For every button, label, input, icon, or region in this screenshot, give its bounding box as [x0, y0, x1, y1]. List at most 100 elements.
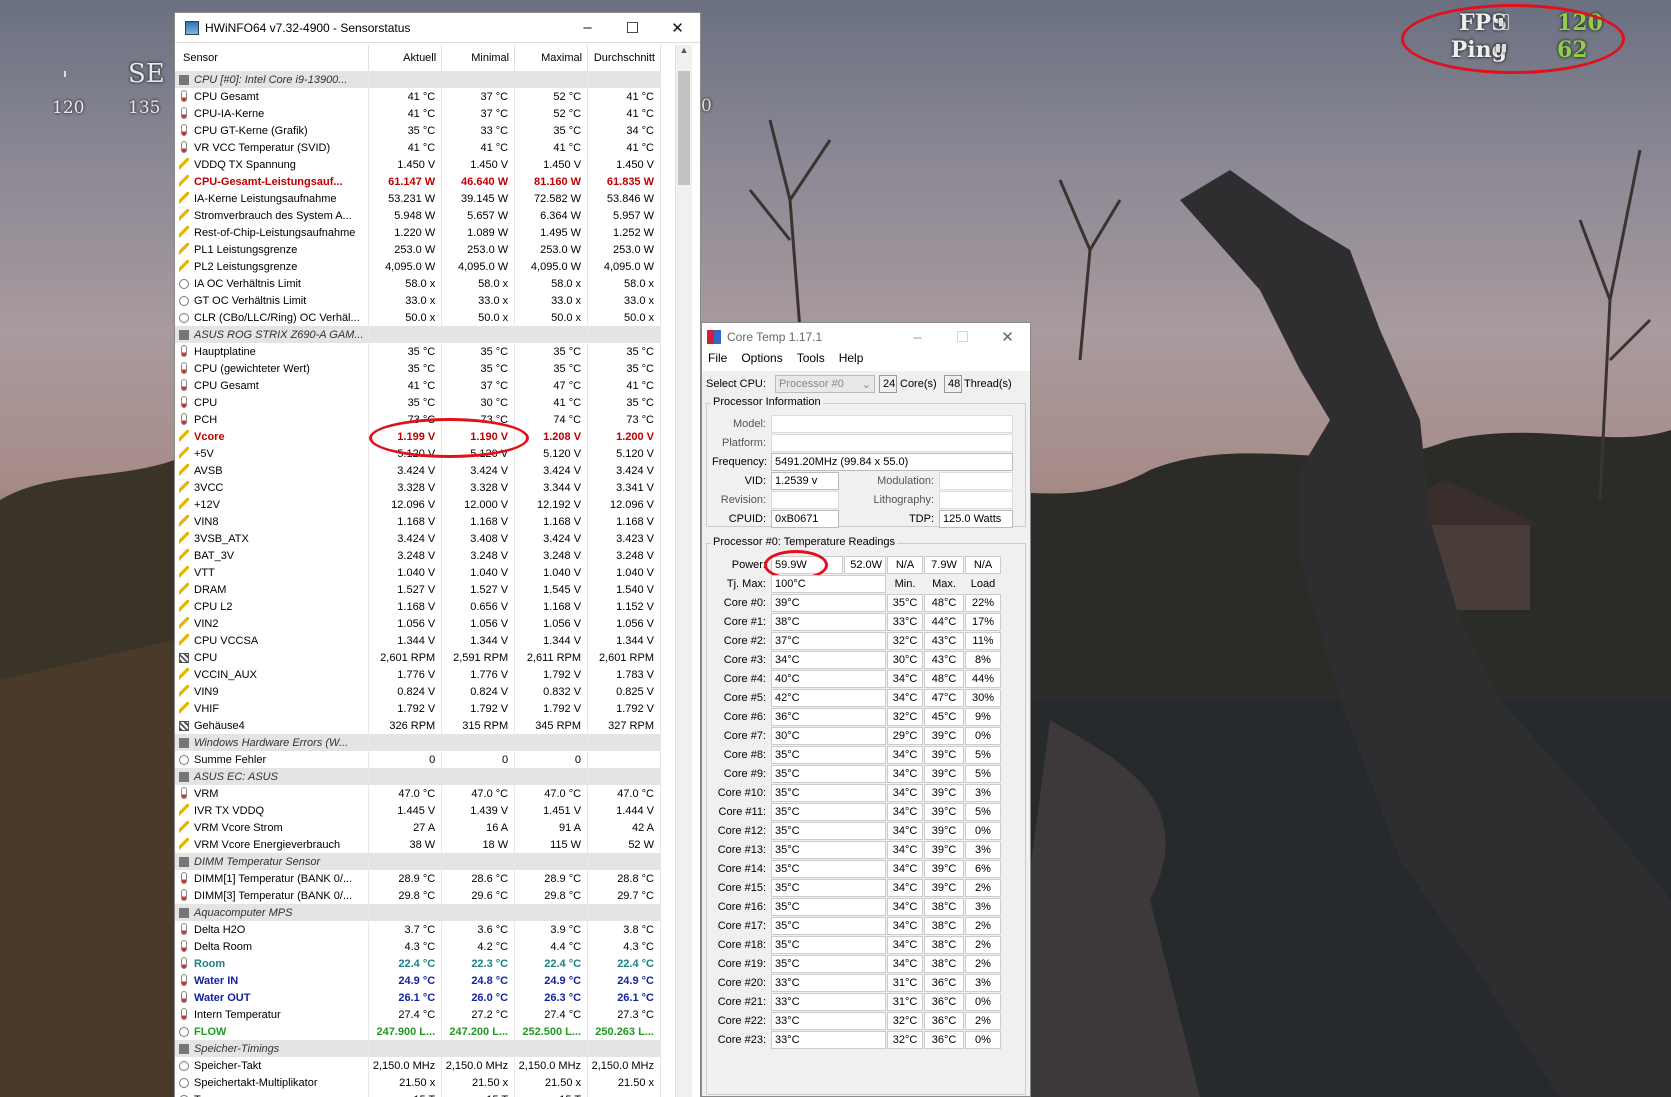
sensor-row[interactable]: CPU GT-Kerne (Grafik) 35 °C 33 °C 35 °C 34 °… [175, 122, 661, 139]
sensor-row[interactable]: IVR TX VDDQ 1.445 V 1.439 V 1.451 V 1.444 V [175, 802, 661, 819]
sensor-row[interactable]: IA OC Verhältnis Limit 58.0 x 58.0 x 58.0 x… [175, 275, 661, 292]
sensor-row[interactable]: Water IN 24.9 °C 24.8 °C 24.9 °C 24.9 °C [175, 972, 661, 989]
maximize-button[interactable]: ☐ [610, 19, 655, 37]
sensor-row[interactable]: VTT 1.040 V 1.040 V 1.040 V 1.040 V [175, 564, 661, 581]
sensor-row[interactable]: VIN2 1.056 V 1.056 V 1.056 V 1.056 V [175, 615, 661, 632]
menu-tools[interactable]: Tools [797, 351, 825, 371]
sensor-row[interactable]: +12V 12.096 V 12.000 V 12.192 V 12.096 V [175, 496, 661, 513]
sensor-row[interactable]: Tras15 T15 T15 T [175, 1091, 661, 1097]
core-label: Core #17: [717, 920, 766, 932]
close-button[interactable]: ✕ [985, 328, 1030, 346]
coretemp-window[interactable]: Core Temp 1.17.1 – ☐ ✕ File Options Tool… [701, 322, 1031, 1097]
sensor-row[interactable]: Water OUT 26.1 °C 26.0 °C 26.3 °C 26.1 °C [175, 989, 661, 1006]
column-header-1[interactable]: Aktuell [368, 45, 443, 71]
sensor-group-row[interactable]: Speicher-Timings [175, 1040, 661, 1057]
sensor-row[interactable]: CPU VCCSA 1.344 V 1.344 V 1.344 V 1.344 V [175, 632, 661, 649]
sensor-group-row[interactable]: Aquacomputer MPS [175, 904, 661, 921]
sensor-group-row[interactable]: CPU [#0]: Intel Core i9-13900... [175, 71, 661, 88]
sensor-name: Room [194, 958, 226, 970]
sensor-row[interactable]: FLOW 247.900 L... 247.200 L... 252.500 L...… [175, 1023, 661, 1040]
core-label: Core #7: [723, 730, 766, 742]
sensor-row[interactable]: Speichertakt-Multiplikator 21.50 x 21.50 x… [175, 1074, 661, 1091]
hwinfo-titlebar[interactable]: HWiNFO64 v7.32-4900 - Sensorstatus – ☐ ✕ [175, 13, 700, 43]
maximize-button[interactable]: ☐ [940, 328, 985, 346]
sensor-row[interactable]: 3VCC 3.328 V 3.328 V 3.344 V 3.341 V [175, 479, 661, 496]
menu-options[interactable]: Options [741, 351, 782, 371]
core-max: 39°C [924, 841, 964, 859]
sensor-row[interactable]: VRM Vcore Energieverbrauch 38 W 18 W 115 W5… [175, 836, 661, 853]
sensor-row[interactable]: VIN8 1.168 V 1.168 V 1.168 V 1.168 V [175, 513, 661, 530]
core-count: 24 [879, 375, 897, 393]
sensor-row[interactable]: Intern Temperatur 27.4 °C 27.2 °C 27.4 °C 27… [175, 1006, 661, 1023]
column-header-2[interactable]: Minimal [441, 45, 516, 71]
minimize-button[interactable]: – [895, 329, 940, 346]
core-max: 45°C [924, 708, 964, 726]
sensor-row[interactable]: Hauptplatine 35 °C 35 °C 35 °C 35 °C [175, 343, 661, 360]
sensor-row[interactable]: CPU Gesamt 41 °C 37 °C 52 °C 41 °C [175, 88, 661, 105]
sensor-row[interactable]: VRM Vcore Strom 27 A 16 A 91 A 42 A [175, 819, 661, 836]
processor-select[interactable]: Processor #0 ⌄ [775, 375, 875, 393]
sensor-row[interactable]: CPU (gewichteter Wert) 35 °C 35 °C 35 °C 35 … [175, 360, 661, 377]
hwinfo-scrollbar[interactable]: ▲ [675, 45, 692, 1097]
sensor-group-row[interactable]: ASUS EC: ASUS [175, 768, 661, 785]
sensor-row[interactable]: BAT_3V 3.248 V 3.248 V 3.248 V 3.248 V [175, 547, 661, 564]
sensor-row[interactable]: VHIF 1.792 V 1.792 V 1.792 V 1.792 V [175, 700, 661, 717]
menu-help[interactable]: Help [839, 351, 864, 371]
sensor-row[interactable]: CPU L2 1.168 V 0.656 V 1.168 V 1.152 V [175, 598, 661, 615]
sensor-group-row[interactable]: DIMM Temperatur Sensor [175, 853, 661, 870]
sensor-row[interactable]: PL1 Leistungsgrenze 253.0 W 253.0 W 253.0 W… [175, 241, 661, 258]
power-uncore: 7.9W [924, 556, 964, 574]
sensor-row[interactable]: DRAM 1.527 V 1.527 V 1.545 V 1.540 V [175, 581, 661, 598]
sensor-row[interactable]: Delta Room 4.3 °C 4.2 °C 4.4 °C 4.3 °C [175, 938, 661, 955]
value-avg: 5.957 W [587, 207, 661, 224]
minimize-button[interactable]: – [565, 19, 610, 36]
sensor-group-row[interactable]: Windows Hardware Errors (W... [175, 734, 661, 751]
sensor-row[interactable]: AVSB 3.424 V 3.424 V 3.424 V 3.424 V [175, 462, 661, 479]
sensor-row[interactable]: CPU-IA-Kerne 41 °C 37 °C 52 °C 41 °C [175, 105, 661, 122]
scroll-up-arrow-icon[interactable]: ▲ [676, 45, 692, 62]
value-max: 27.4 °C [514, 1006, 589, 1023]
sensor-row[interactable]: Room 22.4 °C 22.3 °C 22.4 °C 22.4 °C [175, 955, 661, 972]
sensor-row[interactable]: CPU 2,601 RPM 2,591 RPM 2,611 RPM 2,601 RPM [175, 649, 661, 666]
value-max: 1.450 V [514, 156, 589, 173]
sensor-row[interactable]: CPU Gesamt 41 °C 37 °C 47 °C 41 °C [175, 377, 661, 394]
sensor-row[interactable]: DIMM[3] Temperatur (BANK 0/... 29.8 °C 29.… [175, 887, 661, 904]
value-avg [587, 904, 661, 921]
sensor-row[interactable]: IA-Kerne Leistungsaufnahme 53.231 W 39.145… [175, 190, 661, 207]
sensor-row[interactable]: VRM 47.0 °C 47.0 °C 47.0 °C 47.0 °C [175, 785, 661, 802]
sensor-row[interactable]: VIN9 0.824 V 0.824 V 0.832 V 0.825 V [175, 683, 661, 700]
sensor-row[interactable]: CPU-Gesamt-Leistungsauf... 61.147 W 46.640… [175, 173, 661, 190]
column-header-4[interactable]: Durchschnitt [587, 45, 661, 71]
column-header-3[interactable]: Maximal [514, 45, 589, 71]
sensor-row[interactable]: CPU 35 °C 30 °C 41 °C 35 °C [175, 394, 661, 411]
sensor-row[interactable]: VDDQ TX Spannung 1.450 V 1.450 V 1.450 V 1.4… [175, 156, 661, 173]
sensor-row[interactable]: CLR (CBo/LLC/Ring) OC Verhäl... 50.0 x 50.… [175, 309, 661, 326]
sensor-row[interactable]: 3VSB_ATX 3.424 V 3.408 V 3.424 V 3.423 V [175, 530, 661, 547]
sensor-row[interactable]: VR VCC Temperatur (SVID) 41 °C 41 °C 41 °C 4… [175, 139, 661, 156]
value-min: 37 °C [441, 88, 516, 105]
sensor-row[interactable]: GT OC Verhältnis Limit 33.0 x 33.0 x 33.0 x… [175, 292, 661, 309]
sensor-row[interactable]: Speicher-Takt 2,150.0 MHz 2,150.0 MHz 2,150… [175, 1057, 661, 1074]
sensor-row[interactable]: Delta H2O 3.7 °C 3.6 °C 3.9 °C 3.8 °C [175, 921, 661, 938]
sensor-row[interactable]: Summe Fehler 0 0 0 [175, 751, 661, 768]
sensor-row[interactable]: VCCIN_AUX 1.776 V 1.776 V 1.792 V 1.783 V [175, 666, 661, 683]
sensor-row[interactable]: Gehäuse4 326 RPM 315 RPM 345 RPM 327 RPM [175, 717, 661, 734]
column-header-0[interactable]: Sensor [175, 45, 370, 71]
hwinfo-window[interactable]: HWiNFO64 v7.32-4900 - Sensorstatus – ☐ ✕… [174, 12, 701, 1097]
sensor-name: Delta H2O [194, 924, 246, 936]
value-avg: 42 A [587, 819, 661, 836]
coretemp-titlebar[interactable]: Core Temp 1.17.1 – ☐ ✕ [702, 323, 1030, 351]
lightning-icon [179, 515, 189, 527]
sensor-row[interactable]: Rest-of-Chip-Leistungsaufnahme 1.220 W 1.0… [175, 224, 661, 241]
sensor-row[interactable]: DIMM[1] Temperatur (BANK 0/... 28.9 °C 28.… [175, 870, 661, 887]
scrollbar-thumb[interactable] [678, 71, 690, 185]
sensor-group-row[interactable]: ASUS ROG STRIX Z690-A GAM... [175, 326, 661, 343]
core-load: 5% [965, 803, 1001, 821]
sensor-row[interactable]: PL2 Leistungsgrenze 4,095.0 W 4,095.0 W 4,0… [175, 258, 661, 275]
menu-file[interactable]: File [708, 351, 727, 371]
value-max: 24.9 °C [514, 972, 589, 989]
sensor-name-cell: Intern Temperatur [175, 1006, 370, 1023]
sensor-row[interactable]: Stromverbrauch des System A... 5.948 W 5.6… [175, 207, 661, 224]
sensor-name: PL1 Leistungsgrenze [194, 244, 298, 256]
close-button[interactable]: ✕ [655, 19, 700, 37]
